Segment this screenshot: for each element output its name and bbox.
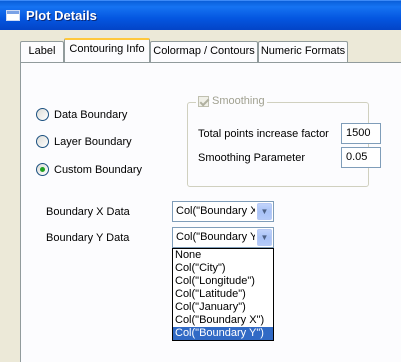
points-factor-label: Total points increase factor: [198, 128, 329, 140]
boundary-x-value: Col("Boundary X"): [176, 205, 255, 217]
dropdown-option[interactable]: Col("City"): [173, 262, 273, 275]
smoothing-parameter-input[interactable]: 0.05: [341, 147, 381, 168]
dropdown-option-highlighted[interactable]: Col("Boundary Y"): [173, 327, 273, 340]
radio-custom-boundary[interactable]: Custom Boundary: [36, 163, 142, 176]
checkbox-icon[interactable]: [198, 95, 209, 107]
boundary-y-dropdown-list[interactable]: None Col("City") Col("Longitude") Col("L…: [172, 248, 274, 341]
radio-data-boundary[interactable]: Data Boundary: [36, 108, 127, 121]
dropdown-option[interactable]: None: [173, 249, 273, 262]
boundary-y-select[interactable]: Col("Boundary Y") ▼: [172, 227, 274, 248]
radio-label: Data Boundary: [54, 108, 128, 121]
smoothing-checkbox[interactable]: Smoothing: [196, 95, 267, 107]
chevron-down-icon[interactable]: ▼: [257, 229, 272, 246]
radio-button[interactable]: [36, 163, 49, 176]
radio-button[interactable]: [36, 135, 49, 148]
smoothing-label: Smoothing: [212, 95, 265, 107]
radio-label: Custom Boundary: [54, 163, 143, 176]
boundary-x-select[interactable]: Col("Boundary X") ▼: [172, 201, 274, 222]
points-factor-input[interactable]: 1500: [341, 123, 381, 144]
boundary-y-value: Col("Boundary Y"): [176, 231, 255, 243]
radio-layer-boundary[interactable]: Layer Boundary: [36, 135, 132, 148]
boundary-y-label: Boundary Y Data: [46, 232, 130, 244]
dropdown-option[interactable]: Col("Boundary X"): [173, 314, 273, 327]
radio-button[interactable]: [36, 108, 49, 121]
smoothing-parameter-label: Smoothing Parameter: [198, 152, 305, 164]
dropdown-option[interactable]: Col("Longitude"): [173, 275, 273, 288]
dropdown-option[interactable]: Col("January"): [173, 301, 273, 314]
radio-label: Layer Boundary: [54, 135, 132, 148]
chevron-down-icon[interactable]: ▼: [257, 203, 272, 220]
smoothing-group: [187, 102, 369, 187]
dropdown-option[interactable]: Col("Latitude"): [173, 288, 273, 301]
boundary-x-label: Boundary X Data: [46, 206, 130, 218]
